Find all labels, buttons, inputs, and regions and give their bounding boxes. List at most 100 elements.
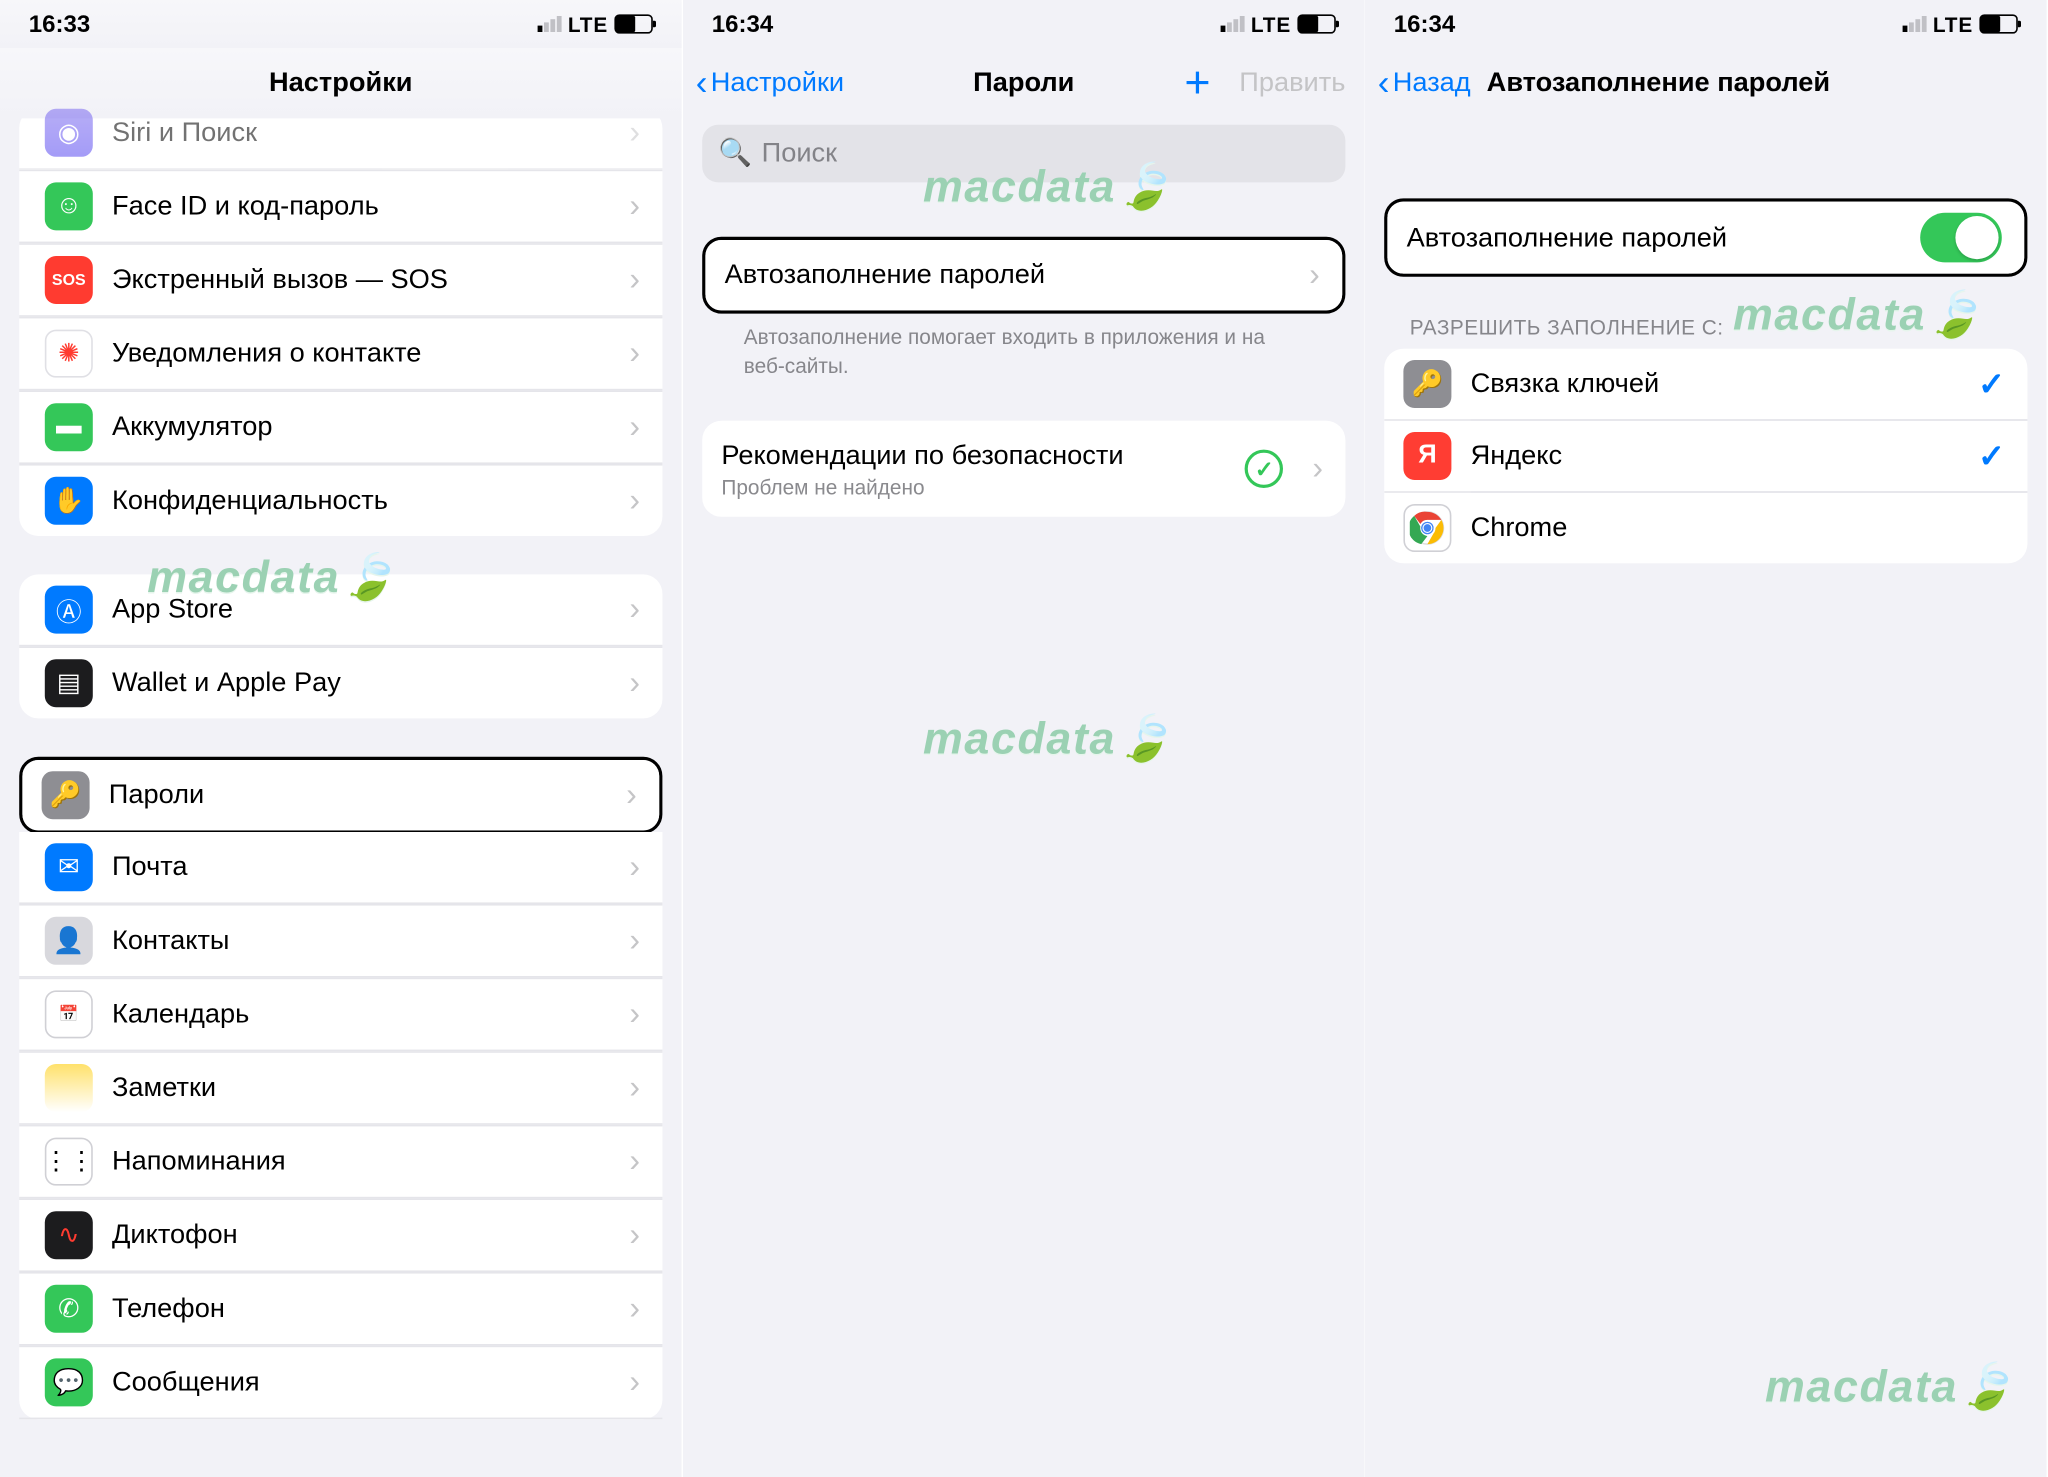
row-label: Автозаполнение паролей bbox=[1407, 222, 1901, 254]
highlight-passwords: 🔑 Пароли › bbox=[19, 757, 662, 834]
settings-row-sos[interactable]: SOS Экстренный вызов — SOS › bbox=[19, 243, 662, 317]
settings-row-mail[interactable]: ✉ Почта › bbox=[19, 832, 662, 904]
recommendations-group: Рекомендации по безопасности Проблем не … bbox=[702, 421, 1345, 517]
edit-button[interactable]: Править bbox=[1239, 67, 1345, 99]
settings-row-battery[interactable]: ▬ Аккумулятор › bbox=[19, 390, 662, 464]
checkmark-circle-icon: ✓ bbox=[1245, 450, 1283, 488]
chevron-right-icon: › bbox=[629, 188, 640, 225]
row-label: Телефон bbox=[112, 1293, 610, 1325]
status-bar: 16:34 LTE bbox=[683, 0, 1365, 48]
page-title: Настройки bbox=[269, 67, 413, 99]
back-label: Назад bbox=[1393, 67, 1471, 99]
checkmark-icon: ✓ bbox=[1979, 364, 2006, 404]
settings-group-store: Ⓐ App Store › ▤ Wallet и Apple Pay › bbox=[19, 574, 662, 718]
key-icon: 🔑 bbox=[1404, 360, 1452, 408]
status-time: 16:34 bbox=[711, 10, 772, 37]
back-label: Настройки bbox=[710, 67, 843, 99]
settings-row-phone[interactable]: ✆ Телефон › bbox=[19, 1272, 662, 1346]
row-label: Календарь bbox=[112, 998, 610, 1030]
status-right: LTE bbox=[1220, 12, 1335, 36]
settings-row-exposure[interactable]: ✺ Уведомления о контакте › bbox=[19, 317, 662, 391]
siri-icon: ◉ bbox=[45, 109, 93, 157]
page-title: Автозаполнение паролей bbox=[1487, 67, 1830, 99]
chevron-right-icon: › bbox=[629, 1217, 640, 1254]
autofill-toggle[interactable] bbox=[1921, 213, 2003, 263]
calendar-icon: 📅 bbox=[45, 990, 93, 1038]
settings-row-notes[interactable]: Заметки › bbox=[19, 1051, 662, 1125]
settings-row-calendar[interactable]: 📅 Календарь › bbox=[19, 978, 662, 1052]
autofill-toggle-row: Автозаполнение паролей bbox=[1388, 202, 2025, 274]
network-lte: LTE bbox=[1933, 12, 1973, 36]
back-button[interactable]: ‹ Настройки bbox=[695, 67, 843, 99]
settings-row-privacy[interactable]: ✋ Конфиденциальность › bbox=[19, 464, 662, 536]
battery-icon bbox=[1297, 14, 1335, 33]
row-label: Уведомления о контакте bbox=[112, 338, 610, 370]
status-time: 16:33 bbox=[29, 10, 90, 37]
row-label: Siri и Поиск bbox=[112, 117, 610, 149]
row-label: Сообщения bbox=[112, 1366, 610, 1398]
provider-yandex[interactable]: Я Яндекс ✓ bbox=[1385, 419, 2028, 491]
watermark: macdata🍃 bbox=[1765, 1360, 2015, 1413]
security-recommendations-row[interactable]: Рекомендации по безопасности Проблем не … bbox=[702, 421, 1345, 517]
settings-row-appstore[interactable]: Ⓐ App Store › bbox=[19, 574, 662, 646]
messages-icon: 💬 bbox=[45, 1358, 93, 1406]
search-icon: 🔍 bbox=[718, 138, 752, 170]
chevron-right-icon: › bbox=[629, 482, 640, 519]
settings-group-passwords: 🔑 Пароли › bbox=[22, 760, 659, 830]
settings-group-general: ◉ Siri и Поиск › ☺ Face ID и код-пароль … bbox=[19, 109, 662, 536]
row-label: Связка ключей bbox=[1471, 368, 1959, 400]
settings-row-reminders[interactable]: ⋮⋮ Напоминания › bbox=[19, 1125, 662, 1199]
sos-icon: SOS bbox=[45, 256, 93, 304]
chevron-right-icon: › bbox=[629, 665, 640, 702]
appstore-icon: Ⓐ bbox=[45, 586, 93, 634]
row-label: Автозаполнение паролей bbox=[724, 259, 1289, 291]
chevron-right-icon: › bbox=[1309, 257, 1320, 294]
battery-icon bbox=[1980, 14, 2018, 33]
checkmark-icon: ✓ bbox=[1979, 436, 2006, 476]
add-button[interactable]: + bbox=[1184, 67, 1210, 99]
chevron-right-icon: › bbox=[629, 922, 640, 959]
status-right: LTE bbox=[537, 12, 652, 36]
highlight-autofill-toggle: Автозаполнение паролей bbox=[1385, 198, 2028, 276]
nav-bar: ‹ Настройки Пароли + Править bbox=[683, 48, 1365, 118]
row-label: Рекомендации по безопасности bbox=[721, 439, 1226, 471]
chevron-right-icon: › bbox=[629, 409, 640, 446]
chevron-right-icon: › bbox=[629, 262, 640, 299]
settings-row-messages[interactable]: 💬 Сообщения › bbox=[19, 1346, 662, 1420]
chevron-right-icon: › bbox=[629, 996, 640, 1033]
provider-keychain[interactable]: 🔑 Связка ключей ✓ bbox=[1385, 349, 2028, 419]
back-button[interactable]: ‹ Назад bbox=[1378, 67, 1471, 99]
settings-row-siri[interactable]: ◉ Siri и Поиск › bbox=[19, 109, 662, 170]
chevron-right-icon: › bbox=[626, 777, 637, 814]
key-icon: 🔑 bbox=[42, 771, 90, 819]
chevron-right-icon: › bbox=[629, 1143, 640, 1180]
settings-row-contacts[interactable]: 👤 Контакты › bbox=[19, 904, 662, 978]
nav-bar: ‹ Назад Автозаполнение паролей bbox=[1365, 48, 2047, 118]
contacts-icon: 👤 bbox=[45, 917, 93, 965]
settings-row-passwords[interactable]: 🔑 Пароли › bbox=[22, 760, 659, 830]
chevron-right-icon: › bbox=[629, 335, 640, 372]
autofill-screen: 16:34 LTE ‹ Назад Автозаполнение паролей… bbox=[1365, 0, 2047, 1477]
phone-icon: ✆ bbox=[45, 1285, 93, 1333]
faceid-icon: ☺ bbox=[45, 182, 93, 230]
autofill-row[interactable]: Автозаполнение паролей › bbox=[705, 240, 1342, 310]
status-right: LTE bbox=[1903, 12, 2018, 36]
settings-screen: 16:33 LTE Настройки ◉ Siri и Поиск › ☺ F… bbox=[0, 0, 682, 1477]
row-label: Chrome bbox=[1471, 512, 2005, 544]
settings-row-faceid[interactable]: ☺ Face ID и код-пароль › bbox=[19, 170, 662, 244]
row-label: Аккумулятор bbox=[112, 411, 610, 443]
chevron-left-icon: ‹ bbox=[695, 68, 707, 95]
providers-list: 🔑 Связка ключей ✓ Я Яндекс ✓ Chrome bbox=[1385, 349, 2028, 563]
battery-settings-icon: ▬ bbox=[45, 403, 93, 451]
settings-row-voice[interactable]: ∿ Диктофон › bbox=[19, 1198, 662, 1272]
settings-row-wallet[interactable]: ▤ Wallet и Apple Pay › bbox=[19, 646, 662, 718]
allow-from-header: РАЗРЕШИТЬ ЗАПОЛНЕНИЕ С: bbox=[1385, 315, 2028, 349]
signal-icon bbox=[1903, 16, 1927, 32]
row-label: Wallet и Apple Pay bbox=[112, 667, 610, 699]
search-field[interactable]: 🔍 Поиск bbox=[702, 125, 1345, 183]
provider-chrome[interactable]: Chrome bbox=[1385, 491, 2028, 563]
row-label: Пароли bbox=[109, 779, 607, 811]
status-time: 16:34 bbox=[1394, 10, 1455, 37]
passwords-screen: 16:34 LTE ‹ Настройки Пароли + Править 🔍… bbox=[683, 0, 1365, 1477]
nav-right: + Править bbox=[1184, 67, 1345, 99]
